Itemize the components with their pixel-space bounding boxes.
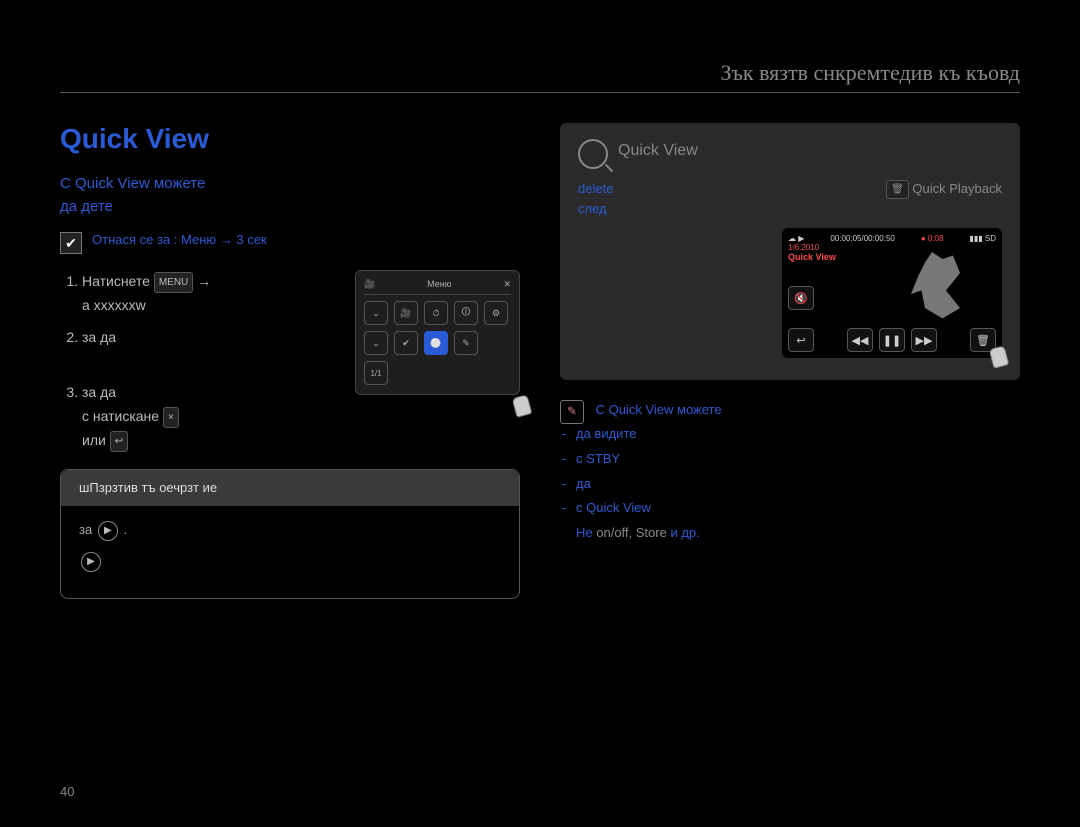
close-chip: × xyxy=(163,407,179,428)
scroll-down-icon: ⌄ xyxy=(364,331,388,355)
back-chip: ↩ xyxy=(110,431,128,452)
note-item: да видите xyxy=(560,424,1020,445)
right-column: Quick View delete 🗑 Quick Playback след … xyxy=(560,123,1020,599)
note-item: с STBY xyxy=(560,449,1020,470)
notes-heading: С Quick View можете xyxy=(596,402,722,417)
chapter-title: Зък вязтв снкремтедив къ къовд xyxy=(720,60,1020,85)
note-item: с Quick View xyxy=(560,498,1020,519)
step2-text: за да xyxy=(82,329,116,345)
tip-line-2: ▶ xyxy=(79,551,501,572)
delete-label: delete xyxy=(578,181,613,196)
checkmark-icon: ✔ xyxy=(60,232,82,254)
grid-cell: 🛈 xyxy=(454,301,478,325)
note-item: да xyxy=(560,474,1020,495)
tail-a: Не xyxy=(576,525,593,540)
step3-text-a: за да xyxy=(82,384,116,400)
pencil-icon: ✎ xyxy=(560,400,584,424)
quick-view-panel: Quick View delete 🗑 Quick Playback след … xyxy=(560,123,1020,380)
grid-cell: ⏱ xyxy=(424,301,448,325)
tip-box: шПзрзтив тъ оечрзт ие за ▶ . ▶ xyxy=(60,469,520,599)
rec-indicator: ● 0:08 xyxy=(921,234,944,243)
intro-line2: да дете xyxy=(60,198,113,215)
grid-cell: 🎥 xyxy=(394,301,418,325)
status-icons: ☁ ▶ xyxy=(788,234,804,243)
notes-list: ✎ С Quick View можете да видите с STBY д… xyxy=(560,400,1020,544)
menu-chip: MENU xyxy=(154,272,193,293)
fast-forward-button[interactable]: ▶▶ xyxy=(911,328,937,352)
step1-text-a: Натиснете xyxy=(82,273,150,289)
step1-text-b: a xxxxxxw xyxy=(82,297,146,313)
left-column: Quick View С Quick View можете да дете ✔… xyxy=(60,123,520,599)
tip-text-a: за xyxy=(79,522,92,537)
quick-playback-label: Quick Playback xyxy=(912,181,1002,196)
scroll-up-icon: ⌄ xyxy=(364,301,388,325)
step3-text-b: с натискане xyxy=(82,408,159,424)
magnifier-icon xyxy=(578,139,608,169)
screenshot-cam-icon: 🎥 xyxy=(364,279,375,290)
intro-text: С Quick View можете да дете xyxy=(60,173,520,218)
play-time: 00:00:05/00:00:50 xyxy=(830,234,895,243)
page-title: Quick View xyxy=(60,123,520,155)
page-number: 40 xyxy=(60,784,74,799)
play-icon: ▶ xyxy=(98,521,118,541)
screenshot-close-icon: ✕ xyxy=(503,279,511,290)
quick-view-label: Quick View xyxy=(788,252,996,262)
sd-icon: SD xyxy=(985,234,996,243)
prerequisite-note: ✔ Отнася се за : Меню → 3 сек xyxy=(60,232,520,254)
grid-cell: ⚙ xyxy=(484,301,508,325)
screenshot-title: Меню xyxy=(427,279,451,290)
tail-c: и др. xyxy=(670,525,699,540)
tail-b: on/off, Store xyxy=(596,525,667,540)
trash-chip: 🗑 xyxy=(886,180,909,199)
panel-left-text: delete 🗑 Quick Playback след xyxy=(578,179,1002,218)
video-date: 1/6.2010 xyxy=(788,243,996,252)
page-indicator: 1/1 xyxy=(364,361,388,385)
chapter-header: Зък вязтв снкремтедив къ къовд xyxy=(60,60,1020,93)
rewind-button[interactable]: ◀◀ xyxy=(847,328,873,352)
battery-icon: ▮▮▮ xyxy=(969,234,982,243)
grid-cell: ✔ xyxy=(394,331,418,355)
note-tail: Не on/off, Store и др. xyxy=(560,523,1020,544)
grid-cell: ✎ xyxy=(454,331,478,355)
back-button[interactable]: ↩ xyxy=(788,328,814,352)
mute-icon: 🔇 xyxy=(788,286,814,310)
tip-text-b: . xyxy=(123,522,127,537)
grid-cell-selected: ⚪ xyxy=(424,331,448,355)
step3-text-c: или xyxy=(82,432,106,448)
panel-title: Quick View xyxy=(618,142,698,160)
pointer-hand-icon xyxy=(976,330,1012,370)
video-preview: ☁ ▶ 00:00:05/00:00:50 ● 0:08 ▮▮▮ SD 1/6.… xyxy=(782,228,1002,358)
play-icon: ▶ xyxy=(81,552,101,572)
menu-screenshot: 🎥 Меню ✕ ⌄ 🎥 ⏱ 🛈 ⚙ ⌄ ✔ ⚪ ✎ xyxy=(355,270,520,395)
prereq-text: Отнася се за : Меню → 3 сек xyxy=(92,232,267,247)
panel-tail-text: след xyxy=(578,201,607,216)
video-silhouette xyxy=(904,252,974,322)
tip-title-bar: шПзрзтив тъ оечрзт ие xyxy=(61,470,519,507)
panel-header: Quick View xyxy=(578,139,1002,169)
pause-button[interactable]: ❚❚ xyxy=(879,328,905,352)
intro-line1: С Quick View можете xyxy=(60,175,205,192)
tip-line-1: за ▶ . xyxy=(79,520,501,541)
